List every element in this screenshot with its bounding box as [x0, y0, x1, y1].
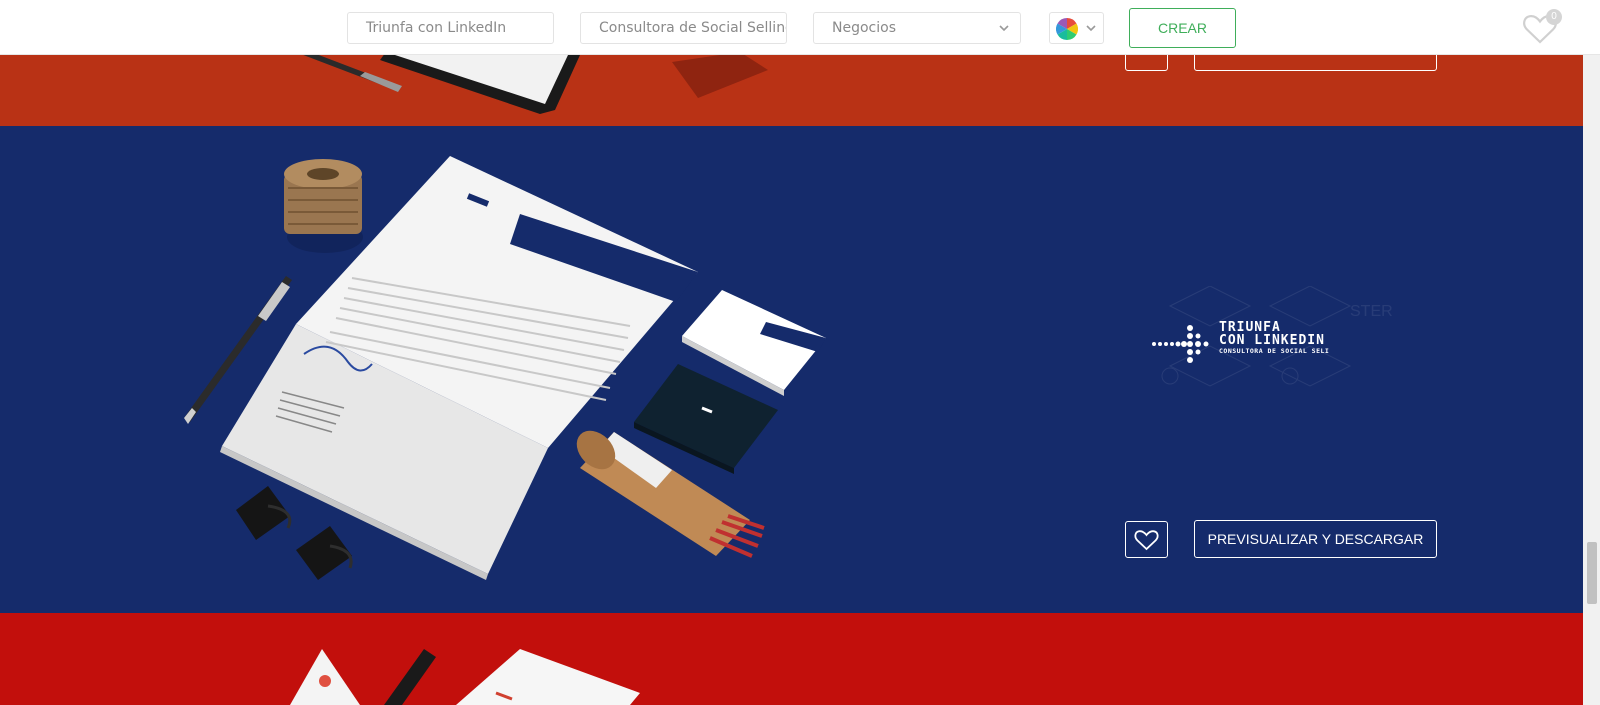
logo-watermark: STER	[1350, 303, 1393, 320]
favorite-button[interactable]	[1125, 521, 1168, 558]
logo-card: STER TRIUNFA CON LINKEDIN CONSULTORA DE …	[0, 126, 1583, 613]
chevron-down-icon	[1086, 25, 1096, 32]
logo-mark-icon	[1152, 325, 1209, 363]
color-wheel-icon	[1056, 18, 1078, 40]
logo-tagline: CONSULTORA DE SOCIAL SELI	[1219, 347, 1330, 355]
chevron-down-icon	[999, 25, 1009, 32]
business-cards-image	[634, 290, 826, 474]
logo-card-next	[0, 613, 1583, 705]
logo-line-2: CON LINKEDIN	[1219, 333, 1325, 348]
heart-outline-icon	[1134, 530, 1159, 551]
stationery-mockup-next	[290, 649, 640, 705]
twine-spool-image	[284, 159, 363, 253]
brand-name-input[interactable]: Triunfa con LinkedIn	[347, 12, 554, 44]
industry-select-value: Negocios	[832, 20, 896, 36]
logo-generator-toolbar: Triunfa con LinkedIn Consultora de Socia…	[0, 0, 1600, 55]
logo-text: TRIUNFA CON LINKEDIN CONSULTORA DE SOCIA…	[1219, 321, 1329, 356]
create-button[interactable]: CREAR	[1129, 8, 1236, 48]
slogan-input[interactable]: Consultora de Social Selling	[580, 12, 787, 44]
color-select[interactable]	[1049, 12, 1104, 44]
favorites-count-badge: 0	[1546, 9, 1562, 25]
industry-select[interactable]: Negocios	[813, 12, 1021, 44]
page-scrollbar-thumb[interactable]	[1587, 542, 1597, 604]
preview-download-button[interactable]: PREVISUALIZAR Y DESCARGAR	[1194, 520, 1437, 558]
